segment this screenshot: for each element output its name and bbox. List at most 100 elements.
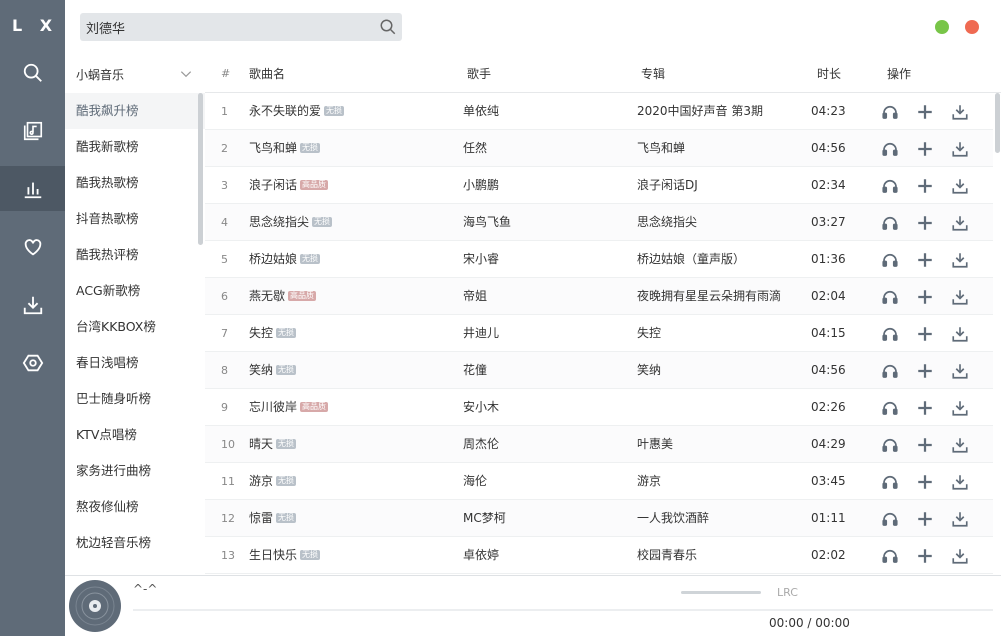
disc-icon[interactable] — [68, 579, 122, 633]
board-item[interactable]: KTV点唱榜 — [65, 417, 205, 453]
download-button[interactable] — [951, 288, 969, 306]
play-button[interactable] — [881, 399, 899, 417]
board-item[interactable]: 家务进行曲榜 — [65, 453, 205, 489]
song-singer[interactable]: 花僮 — [463, 352, 623, 389]
table-row[interactable]: 4 思念绕指尖 无损 海鸟飞鱼 思念绕指尖 03:27 — [205, 204, 993, 241]
song-album[interactable]: 飞鸟和蝉 — [637, 130, 807, 167]
board-list-scrollbar[interactable] — [198, 93, 203, 245]
song-album[interactable]: 一人我饮酒醉 — [637, 500, 807, 537]
song-singer[interactable]: 海伦 — [463, 463, 623, 500]
nav-music-library[interactable] — [0, 108, 65, 153]
table-row[interactable]: 5 桥边姑娘 无损 宋小睿 桥边姑娘（童声版） 01:36 — [205, 241, 993, 278]
nav-settings[interactable] — [0, 340, 65, 385]
download-button[interactable] — [951, 177, 969, 195]
add-to-list-button[interactable] — [916, 325, 934, 343]
add-to-list-button[interactable] — [916, 436, 934, 454]
add-to-list-button[interactable] — [916, 288, 934, 306]
board-item[interactable]: 熬夜修仙榜 — [65, 489, 205, 525]
table-scrollbar[interactable] — [995, 93, 1000, 153]
board-item[interactable]: 巴士随身听榜 — [65, 381, 205, 417]
song-singer[interactable]: 安小木 — [463, 389, 623, 426]
add-to-list-button[interactable] — [916, 473, 934, 491]
progress-bar[interactable] — [133, 609, 993, 611]
play-button[interactable] — [881, 214, 899, 232]
table-row[interactable]: 7 失控 无损 井迪儿 失控 04:15 — [205, 315, 993, 352]
song-album[interactable]: 思念绕指尖 — [637, 204, 807, 241]
song-album[interactable]: 笑纳 — [637, 352, 807, 389]
table-row[interactable]: 9 忘川彼岸 高品质 安小木 02:26 — [205, 389, 993, 426]
board-item[interactable]: 酷我飙升榜 — [65, 93, 205, 129]
add-to-list-button[interactable] — [916, 547, 934, 565]
play-button[interactable] — [881, 362, 899, 380]
table-row[interactable]: 10 晴天 无损 周杰伦 叶惠美 04:29 — [205, 426, 993, 463]
download-button[interactable] — [951, 436, 969, 454]
board-item[interactable]: 酷我热歌榜 — [65, 165, 205, 201]
download-button[interactable] — [951, 399, 969, 417]
add-to-list-button[interactable] — [916, 362, 934, 380]
play-button[interactable] — [881, 288, 899, 306]
board-item[interactable]: 春日浅唱榜 — [65, 345, 205, 381]
table-row[interactable]: 12 惊雷 无损 MC梦柯 一人我饮酒醉 01:11 — [205, 500, 993, 537]
add-to-list-button[interactable] — [916, 399, 934, 417]
play-button[interactable] — [881, 325, 899, 343]
lrc-button[interactable]: LRC — [777, 586, 798, 599]
song-singer[interactable]: 帝姐 — [463, 278, 623, 315]
play-button[interactable] — [881, 140, 899, 158]
download-button[interactable] — [951, 473, 969, 491]
add-to-list-button[interactable] — [916, 214, 934, 232]
song-album[interactable]: 2020中国好声音 第3期 — [637, 93, 807, 130]
source-select[interactable]: 小蜗音乐 — [65, 55, 205, 93]
table-row[interactable]: 2 飞鸟和蝉 无损 任然 飞鸟和蝉 04:56 — [205, 130, 993, 167]
play-button[interactable] — [881, 436, 899, 454]
song-album[interactable]: 游京 — [637, 463, 807, 500]
song-singer[interactable]: 小鹏鹏 — [463, 167, 623, 204]
song-singer[interactable]: 卓依婷 — [463, 537, 623, 574]
table-row[interactable]: 8 笑纳 无损 花僮 笑纳 04:56 — [205, 352, 993, 389]
nav-charts[interactable] — [0, 166, 65, 211]
download-button[interactable] — [951, 325, 969, 343]
close-button[interactable] — [965, 20, 979, 34]
volume-slider[interactable] — [681, 591, 761, 594]
add-to-list-button[interactable] — [916, 103, 934, 121]
board-item[interactable]: 抖音热歌榜 — [65, 201, 205, 237]
song-singer[interactable]: 宋小睿 — [463, 241, 623, 278]
play-button[interactable] — [881, 103, 899, 121]
add-to-list-button[interactable] — [916, 510, 934, 528]
add-to-list-button[interactable] — [916, 251, 934, 269]
download-button[interactable] — [951, 251, 969, 269]
play-button[interactable] — [881, 251, 899, 269]
board-item[interactable]: 台湾KKBOX榜 — [65, 309, 205, 345]
table-row[interactable]: 13 生日快乐 无损 卓依婷 校园青春乐 02:02 — [205, 537, 993, 574]
minimize-button[interactable] — [935, 20, 949, 34]
nav-search[interactable] — [0, 50, 65, 95]
play-button[interactable] — [881, 177, 899, 195]
table-row[interactable]: 3 浪子闲话 高品质 小鹏鹏 浪子闲话DJ 02:34 — [205, 167, 993, 204]
song-album[interactable]: 校园青春乐 — [637, 537, 807, 574]
table-row[interactable]: 1 永不失联的爱 无损 单依纯 2020中国好声音 第3期 04:23 — [205, 93, 993, 130]
play-button[interactable] — [881, 510, 899, 528]
board-item[interactable]: 酷我新歌榜 — [65, 129, 205, 165]
song-singer[interactable]: 周杰伦 — [463, 426, 623, 463]
song-singer[interactable]: 海鸟飞鱼 — [463, 204, 623, 241]
board-item[interactable]: 酷我热评榜 — [65, 237, 205, 273]
song-album[interactable]: 浪子闲话DJ — [637, 167, 807, 204]
add-to-list-button[interactable] — [916, 140, 934, 158]
song-album[interactable]: 桥边姑娘（童声版） — [637, 241, 807, 278]
download-button[interactable] — [951, 140, 969, 158]
add-to-list-button[interactable] — [916, 177, 934, 195]
download-button[interactable] — [951, 103, 969, 121]
song-singer[interactable]: 单依纯 — [463, 93, 623, 130]
download-button[interactable] — [951, 362, 969, 380]
song-singer[interactable]: 任然 — [463, 130, 623, 167]
nav-favorites[interactable] — [0, 224, 65, 269]
board-item[interactable]: 枕边轻音乐榜 — [65, 525, 205, 561]
table-row[interactable]: 11 游京 无损 海伦 游京 03:45 — [205, 463, 993, 500]
nav-download[interactable] — [0, 282, 65, 327]
song-album[interactable]: 失控 — [637, 315, 807, 352]
song-singer[interactable]: 井迪儿 — [463, 315, 623, 352]
board-item[interactable]: ACG新歌榜 — [65, 273, 205, 309]
song-album[interactable]: 夜晚拥有星星云朵拥有雨滴 — [637, 278, 807, 315]
search-button[interactable] — [374, 13, 402, 41]
table-row[interactable]: 6 燕无歇 高品质 帝姐 夜晚拥有星星云朵拥有雨滴 02:04 — [205, 278, 993, 315]
download-button[interactable] — [951, 547, 969, 565]
